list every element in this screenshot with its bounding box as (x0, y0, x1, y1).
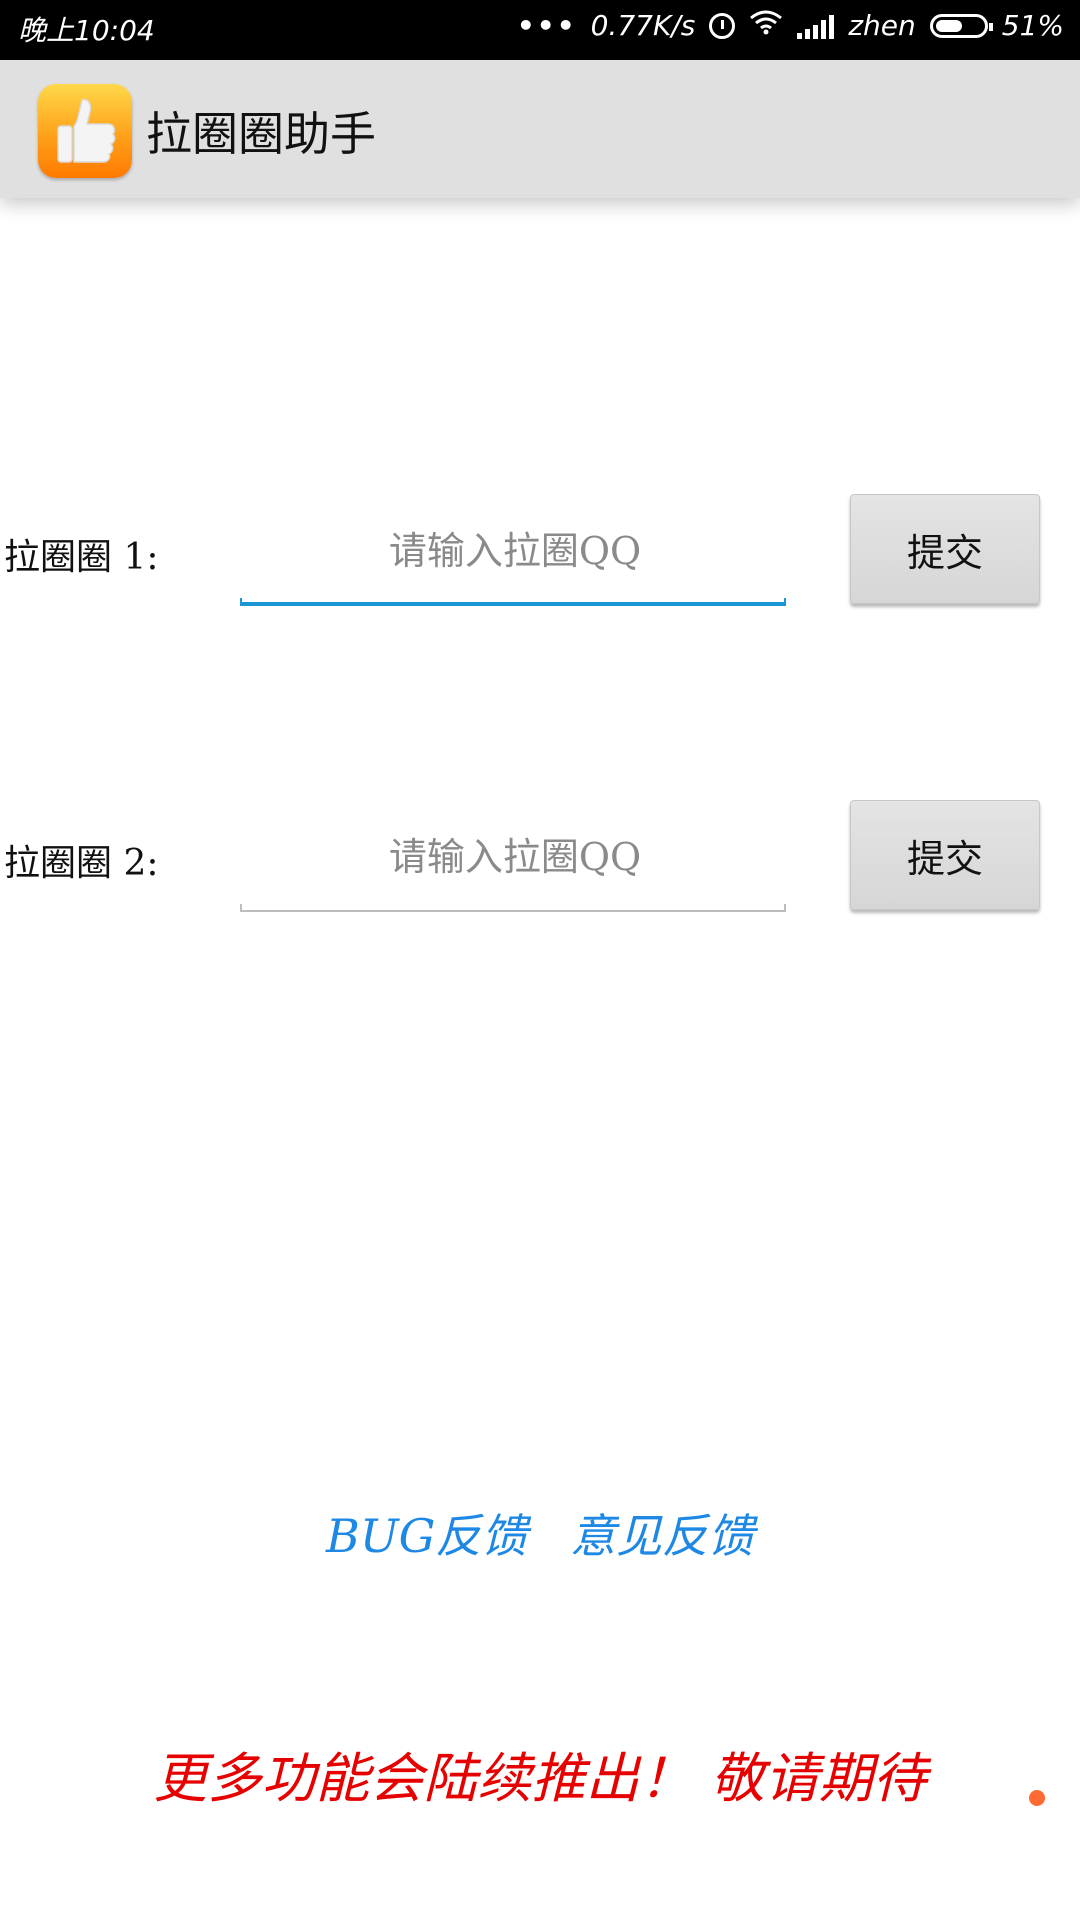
notification-dot (1029, 1790, 1045, 1806)
carrier-name: zhen (848, 9, 916, 42)
circle-2-input-underline (240, 904, 786, 912)
circle-1-input-underline (240, 598, 786, 606)
network-speed: 0.77K/s (590, 9, 696, 42)
suggestion-feedback-link[interactable]: 意见反馈 (570, 1509, 754, 1563)
more-dots-icon: ••• (516, 9, 577, 42)
battery-percent: 51% (1001, 9, 1064, 42)
app-title: 拉圈圈助手 (146, 107, 376, 161)
signal-icon (797, 13, 835, 39)
battery-icon (929, 13, 993, 38)
feedback-links: BUG反馈 意见反馈 (0, 1500, 1080, 1566)
circle-2-submit-button[interactable]: 提交 (850, 800, 1040, 910)
wifi-icon (749, 9, 783, 42)
status-bar: 晚上10:04 ••• 0.77K/s zhen 51% (0, 0, 1080, 60)
status-right: ••• 0.77K/s zhen 51% (517, 9, 1064, 42)
circle-2-qq-input[interactable] (240, 821, 790, 893)
circle-2-label: 拉圈圈 2: (4, 843, 159, 884)
app-bar: 拉圈圈助手 (0, 60, 1080, 198)
coming-soon-notice: 更多功能会陆续推出！ 敬请期待 (153, 1747, 927, 1810)
circle-1-submit-button[interactable]: 提交 (850, 494, 1040, 604)
bug-feedback-link[interactable]: BUG反馈 (326, 1509, 527, 1563)
circle-1-qq-input[interactable] (240, 515, 790, 587)
thumbs-up-icon[interactable] (38, 84, 132, 178)
status-time: 晚上10:04 (18, 14, 155, 47)
alarm-icon (709, 12, 736, 39)
circle-1-label: 拉圈圈 1: (4, 537, 159, 578)
